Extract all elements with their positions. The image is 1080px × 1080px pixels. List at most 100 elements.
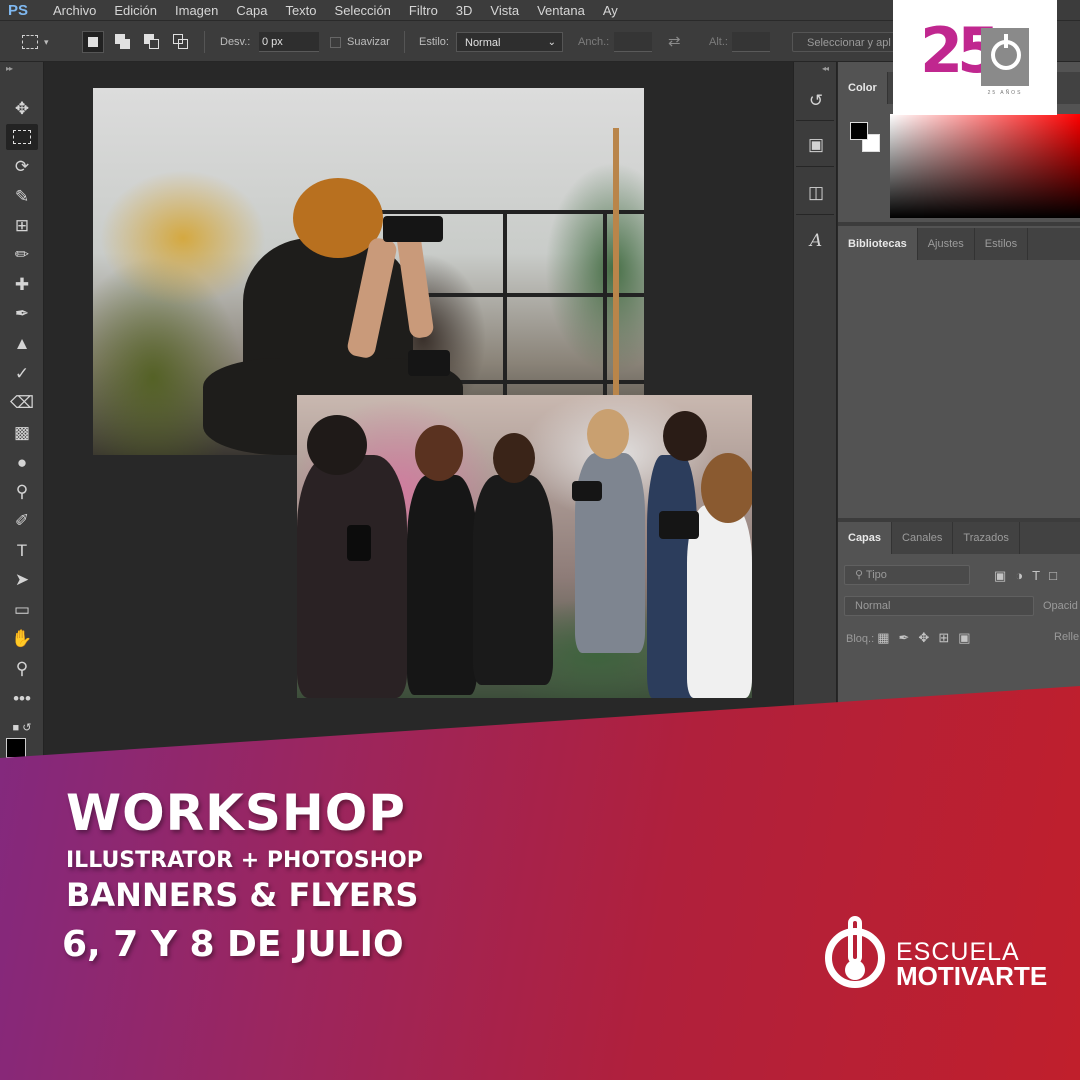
- menu-texto[interactable]: Texto: [276, 3, 325, 18]
- tab-color[interactable]: Color: [838, 72, 888, 104]
- antialias-label: Suavizar: [347, 36, 390, 48]
- antialias-checkbox[interactable]: Suavizar: [330, 32, 390, 52]
- foreground-swatch[interactable]: [850, 122, 868, 140]
- hand-tool-icon[interactable]: ✋: [6, 626, 38, 652]
- blend-mode-select[interactable]: Normal: [844, 596, 1034, 616]
- eraser-tool-icon[interactable]: ⌫: [6, 390, 38, 416]
- lock-transparency-icon[interactable]: ▦: [877, 630, 889, 646]
- healing-brush-tool-icon[interactable]: ✚: [6, 272, 38, 298]
- banner-subtitle: ILLUSTRATOR + PHOTOSHOP: [66, 848, 423, 873]
- lock-row: Bloq.: ▦ ✒ ✥ ⊞ ▣: [846, 630, 980, 646]
- layer-filter-icons: ▣ ◑ T □: [994, 568, 1066, 584]
- character-panel-icon[interactable]: A: [801, 226, 831, 256]
- menu-ayuda[interactable]: Ay: [594, 3, 627, 18]
- pen-tool-icon[interactable]: ✐: [6, 508, 38, 534]
- add-selection-button[interactable]: [112, 31, 134, 53]
- more-tools-icon[interactable]: •••: [6, 686, 38, 712]
- foreground-color-swatch[interactable]: [6, 738, 26, 758]
- subtract-selection-button[interactable]: [141, 31, 163, 53]
- tab-bibliotecas[interactable]: Bibliotecas: [838, 228, 918, 260]
- image-filter-icon[interactable]: ▣: [994, 568, 1006, 584]
- chevron-down-icon: ▾: [44, 37, 49, 47]
- motivarte-logo-icon: [823, 914, 887, 992]
- zoom-tool-icon[interactable]: ⚲: [6, 656, 38, 682]
- rectangle-tool-icon[interactable]: ▭: [6, 597, 38, 623]
- photo-group-photographers: [297, 395, 752, 698]
- style-label: Estilo:: [419, 36, 449, 48]
- blur-tool-icon[interactable]: ●: [6, 450, 38, 476]
- menu-imagen[interactable]: Imagen: [166, 3, 227, 18]
- banner-title: WORKSHOP: [66, 784, 406, 842]
- collapse-icon[interactable]: ▸▸: [6, 64, 13, 73]
- libraries-panel-icon[interactable]: ◫: [801, 178, 831, 208]
- menu-ventana[interactable]: Ventana: [528, 3, 594, 18]
- layer-filter-label: Tipo: [865, 569, 887, 581]
- brush-tool-icon[interactable]: ✒: [6, 301, 38, 327]
- menu-capa[interactable]: Capa: [227, 3, 276, 18]
- new-selection-button[interactable]: [82, 31, 104, 53]
- separator: [204, 31, 205, 53]
- swap-icon[interactable]: ⇄: [668, 32, 681, 52]
- width-input[interactable]: [614, 32, 652, 52]
- tool-preset-picker[interactable]: ▾: [22, 32, 62, 52]
- stamp-tool-icon[interactable]: ▲: [6, 331, 38, 357]
- path-selection-tool-icon[interactable]: ➤: [6, 567, 38, 593]
- separator: [404, 31, 405, 53]
- height-label: Alt.:: [709, 36, 728, 48]
- lock-label: Bloq.:: [846, 633, 875, 645]
- crop-tool-icon[interactable]: ⊞: [6, 213, 38, 239]
- badge-subtext: 25 AÑOS: [987, 90, 1023, 96]
- tab-trazados[interactable]: Trazados: [953, 522, 1020, 554]
- lasso-tool-icon[interactable]: ⟳: [6, 154, 38, 180]
- tab-capas[interactable]: Capas: [838, 522, 893, 554]
- menu-edicion[interactable]: Edición: [105, 3, 166, 18]
- lock-all-icon[interactable]: ▣: [958, 630, 970, 646]
- toolbox: ▸▸ ✥ ⟳ ✎ ⊞ ✏ ✚ ✒ ▲ ✓ ⌫ ▩ ● ⚲ ✐ T ➤ ▭ ✋ ⚲…: [0, 62, 44, 762]
- fill-label: Relle: [1054, 631, 1080, 643]
- banner-topic: BANNERS & FLYERS: [66, 876, 419, 914]
- type-tool-icon[interactable]: T: [6, 538, 38, 564]
- layer-filter-select[interactable]: ⚲ Tipo: [844, 565, 970, 585]
- marquee-tool-icon[interactable]: [6, 124, 38, 150]
- checkbox-icon: [330, 36, 341, 48]
- menu-3d[interactable]: 3D: [447, 3, 482, 18]
- panel-dock-strip: ◂◂ ↺ ▣ ◫ A: [793, 62, 837, 762]
- menu-vista[interactable]: Vista: [481, 3, 528, 18]
- opacity-label: Opacid: [1043, 600, 1078, 612]
- menu-archivo[interactable]: Archivo: [44, 3, 105, 18]
- shape-filter-icon[interactable]: □: [1049, 568, 1057, 583]
- swap-colors-icon[interactable]: ■ ↺: [6, 714, 38, 740]
- chevron-down-icon: ⌄: [547, 37, 556, 48]
- history-panel-icon[interactable]: ↺: [801, 86, 831, 116]
- height-input[interactable]: [732, 32, 770, 52]
- lock-pixels-icon[interactable]: ✒: [899, 630, 910, 646]
- tab-ajustes[interactable]: Ajustes: [918, 228, 975, 260]
- intersect-selection-button[interactable]: [170, 31, 192, 53]
- menu-filtro[interactable]: Filtro: [400, 3, 447, 18]
- style-value: Normal: [465, 37, 501, 49]
- feather-input[interactable]: 0 px: [259, 32, 319, 52]
- power-logo-icon: [991, 34, 1021, 70]
- color-field[interactable]: [890, 114, 1080, 218]
- right-panels: Color Bibliotecas Ajustes Estilos Capas …: [838, 62, 1080, 762]
- menu-seleccion[interactable]: Selección: [326, 3, 400, 18]
- collapse-icon[interactable]: ◂◂: [822, 64, 829, 73]
- adjustment-filter-icon[interactable]: ◑: [1015, 568, 1023, 583]
- lock-position-icon[interactable]: ✥: [918, 630, 929, 646]
- move-tool-icon[interactable]: ✥: [6, 96, 38, 122]
- dodge-tool-icon[interactable]: ⚲: [6, 479, 38, 505]
- layers-panel-tabs: Capas Canales Trazados: [838, 522, 1080, 554]
- lock-artboard-icon[interactable]: ⊞: [938, 630, 949, 646]
- eyedropper-tool-icon[interactable]: ✏: [6, 242, 38, 268]
- type-filter-icon[interactable]: T: [1032, 568, 1040, 583]
- 3d-panel-icon[interactable]: ▣: [801, 130, 831, 160]
- tab-estilos[interactable]: Estilos: [975, 228, 1029, 260]
- history-brush-tool-icon[interactable]: ✓: [6, 361, 38, 387]
- marquee-icon: [22, 35, 38, 50]
- gradient-tool-icon[interactable]: ▩: [6, 420, 38, 446]
- style-select[interactable]: Normal ⌄: [456, 32, 563, 52]
- tab-canales[interactable]: Canales: [892, 522, 954, 554]
- quick-selection-tool-icon[interactable]: ✎: [6, 184, 38, 210]
- anniversary-badge: 25 25 AÑOS: [893, 0, 1057, 115]
- document-canvas[interactable]: [45, 62, 792, 762]
